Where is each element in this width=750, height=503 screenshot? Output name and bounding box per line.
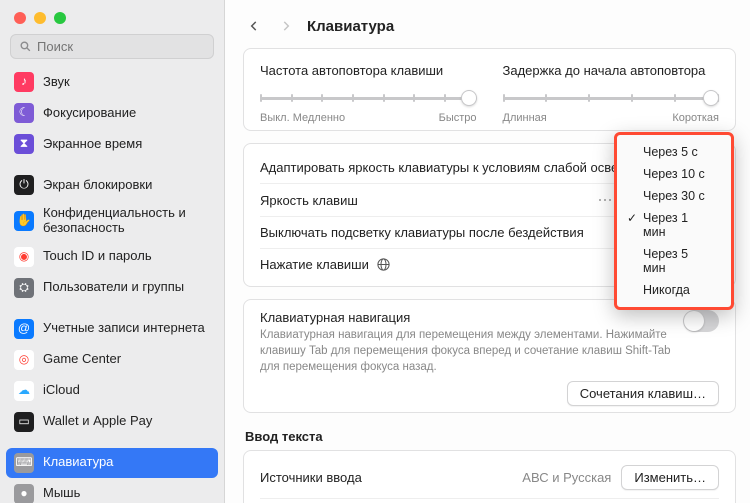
kb-nav-title: Клавиатурная навигация	[260, 310, 673, 325]
popup-item-0[interactable]: Через 5 с	[621, 141, 727, 163]
key-brightness-label: Яркость клавиш	[260, 193, 358, 208]
repeat-card: Частота автоповтора клавиши Выкл. Медлен…	[243, 48, 736, 131]
sidebar-icon: ♪	[14, 72, 34, 92]
kb-nav-toggle[interactable]	[683, 310, 719, 332]
sidebar-item-label: Game Center	[43, 352, 121, 367]
sidebar-item-label: Wallet и Apple Pay	[43, 414, 152, 429]
sidebar-icon: ☾	[14, 103, 34, 123]
sidebar-item-5[interactable]: ◉ Touch ID и пароль	[6, 242, 218, 272]
adapt-brightness-label: Адаптировать яркость клавиатуры к услови…	[260, 160, 643, 175]
search-input[interactable]	[37, 39, 205, 54]
traffic-lights	[0, 0, 224, 34]
text-input-card: Источники ввода АВС и Русская Изменить… …	[243, 450, 736, 503]
sidebar-item-label: Конфиденциальность и безопасность	[43, 206, 210, 236]
sidebar-icon: @	[14, 319, 34, 339]
repeat-min-label: Выкл. Медленно	[260, 112, 345, 124]
delay-min-label: Длинная	[503, 112, 547, 124]
sidebar-item-1[interactable]: ☾ Фокусирование	[6, 98, 218, 128]
sidebar-icon: ☁	[14, 381, 34, 401]
text-input-section-title: Ввод текста	[245, 429, 736, 444]
sidebar-item-7[interactable]: @ Учетные записи интернета	[6, 314, 218, 344]
sidebar-item-0[interactable]: ♪ Звук	[6, 67, 218, 97]
sidebar-item-label: Экранное время	[43, 137, 142, 152]
sidebar-item-label: Мышь	[43, 486, 80, 501]
back-button[interactable]	[243, 14, 265, 38]
kb-nav-card: Клавиатурная навигация Клавиатурная нави…	[243, 299, 736, 413]
delay-slider[interactable]	[503, 88, 720, 108]
sidebar-icon: ✋	[14, 211, 34, 231]
sidebar-item-label: Клавиатура	[43, 455, 113, 470]
sidebar-item-12[interactable]: ● Мышь	[6, 479, 218, 503]
sidebar-item-label: iCloud	[43, 383, 80, 398]
popup-item-3[interactable]: Через 1 мин	[621, 207, 727, 243]
keyboard-shortcuts-button[interactable]: Сочетания клавиш…	[567, 381, 719, 406]
page-title: Клавиатура	[307, 18, 394, 35]
popup-item-5[interactable]: Никогда	[621, 279, 727, 301]
forward-button[interactable]	[275, 14, 297, 38]
popup-item-2[interactable]: Через 30 с	[621, 185, 727, 207]
sidebar-item-label: Фокусирование	[43, 106, 136, 121]
sidebar: ♪ Звук ☾ Фокусирование ⧗ Экранное время ⏻ Экран…	[0, 0, 225, 503]
sidebar-item-4[interactable]: ✋ Конфиденциальность и безопасность	[6, 201, 218, 241]
sidebar-item-6[interactable]: ⛭ Пользователи и группы	[6, 273, 218, 303]
edit-input-sources-button[interactable]: Изменить…	[621, 465, 719, 490]
sidebar-item-label: Touch ID и пароль	[43, 249, 152, 264]
sidebar-icon: ▭	[14, 412, 34, 432]
sidebar-item-10[interactable]: ▭ Wallet и Apple Pay	[6, 407, 218, 437]
sidebar-icon: ●	[14, 484, 34, 503]
sidebar-item-2[interactable]: ⧗ Экранное время	[6, 129, 218, 159]
repeat-max-label: Быстро	[439, 112, 477, 124]
sidebar-icon: ⌨	[14, 453, 34, 473]
zoom-window-button[interactable]	[54, 12, 66, 24]
sidebar-icon: ⏻	[14, 175, 34, 195]
delay-label: Задержка до начала автоповтора	[503, 63, 720, 78]
kb-nav-description: Клавиатурная навигация для перемещения м…	[260, 327, 673, 375]
sidebar-item-label: Пользователи и группы	[43, 280, 184, 295]
delay-max-label: Короткая	[672, 112, 719, 124]
backlight-off-label: Выключать подсветку клавиатуры после без…	[260, 225, 584, 240]
sidebar-item-label: Звук	[43, 75, 70, 90]
sidebar-icon: ⧗	[14, 134, 34, 154]
sidebar-icon: ◉	[14, 247, 34, 267]
sidebar-item-8[interactable]: ◎ Game Center	[6, 345, 218, 375]
key-repeat-slider[interactable]	[260, 88, 477, 108]
input-sources-label: Источники ввода	[260, 470, 362, 485]
globe-key-label: Нажатие клавиши	[260, 257, 391, 272]
key-repeat-label: Частота автоповтора клавиши	[260, 63, 477, 78]
sidebar-item-11[interactable]: ⌨ Клавиатура	[6, 448, 218, 478]
sidebar-icon: ◎	[14, 350, 34, 370]
content-pane: Клавиатура Частота автоповтора клавиши В…	[225, 0, 750, 503]
sidebar-item-label: Экран блокировки	[43, 178, 152, 193]
search-field[interactable]	[10, 34, 214, 59]
minimize-window-button[interactable]	[34, 12, 46, 24]
sidebar-item-9[interactable]: ☁ iCloud	[6, 376, 218, 406]
sidebar-item-3[interactable]: ⏻ Экран блокировки	[6, 170, 218, 200]
backlight-timeout-popup: Через 5 сЧерез 10 сЧерез 30 сЧерез 1 мин…	[614, 132, 734, 310]
popup-item-1[interactable]: Через 10 с	[621, 163, 727, 185]
sidebar-icon: ⛭	[14, 278, 34, 298]
globe-icon	[376, 257, 391, 272]
popup-item-4[interactable]: Через 5 мин	[621, 243, 727, 279]
search-icon	[19, 40, 32, 53]
close-window-button[interactable]	[14, 12, 26, 24]
input-sources-value: АВС и Русская	[522, 470, 611, 485]
sidebar-item-label: Учетные записи интернета	[43, 321, 205, 336]
